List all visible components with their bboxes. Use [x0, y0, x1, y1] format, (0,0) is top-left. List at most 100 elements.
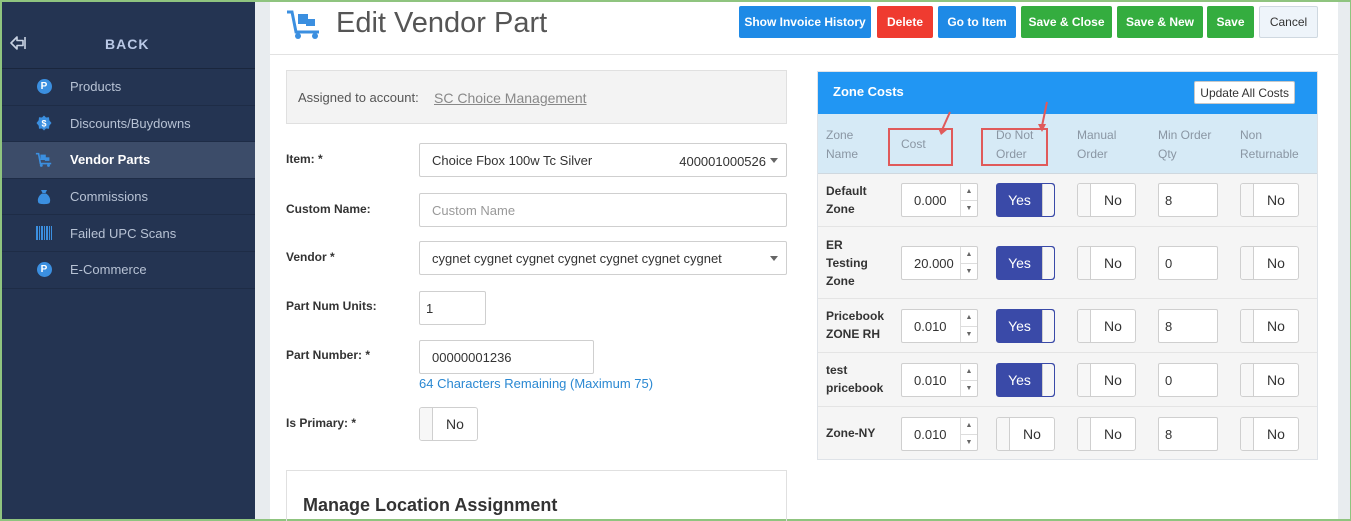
sidebar-item-commissions[interactable]: Commissions [2, 179, 255, 216]
stepper-down-icon[interactable]: ▼ [961, 433, 977, 451]
vendor-select[interactable]: cygnet cygnet cygnet cygnet cygnet cygne… [419, 241, 787, 275]
stepper-down-icon[interactable]: ▼ [961, 325, 977, 343]
money-bag-icon [35, 188, 53, 206]
manual-order-toggle[interactable]: No [1077, 246, 1136, 280]
table-row: Default Zone 0.000 ▲ ▼ Yes No 8 No [818, 174, 1317, 227]
sidebar-item-discounts[interactable]: $ Discounts/Buydowns [2, 106, 255, 143]
stepper-down-icon[interactable]: ▼ [961, 199, 977, 217]
non-returnable-toggle[interactable]: No [1240, 309, 1299, 343]
zone-costs-header: Zone Costs Update All Costs [818, 72, 1317, 114]
stepper-up-icon[interactable]: ▲ [961, 418, 977, 434]
vendor-dolly-icon [287, 10, 319, 39]
toggle-label: No [1104, 318, 1122, 334]
stepper-down-icon[interactable]: ▼ [961, 379, 977, 397]
manage-location-title: Manage Location Assignment [303, 495, 558, 515]
svg-text:$: $ [41, 119, 46, 129]
go-to-item-button[interactable]: Go to Item [938, 6, 1016, 38]
cost-stepper[interactable]: 0.000 ▲ ▼ [901, 183, 978, 217]
col-min-order-qty: Min Order Qty [1158, 128, 1212, 161]
do-not-order-toggle[interactable]: No [996, 417, 1055, 451]
stepper-up-icon[interactable]: ▲ [961, 364, 977, 380]
table-row: test pricebook 0.010 ▲ ▼ Yes No 0 No [818, 353, 1317, 407]
non-returnable-toggle[interactable]: No [1240, 363, 1299, 397]
is-primary-label: Is Primary: * [286, 416, 357, 430]
manual-order-toggle[interactable]: No [1077, 183, 1136, 217]
non-returnable-toggle[interactable]: No [1240, 417, 1299, 451]
custom-name-input[interactable]: Custom Name [419, 193, 787, 227]
save-close-button[interactable]: Save & Close [1021, 6, 1112, 38]
cancel-button[interactable]: Cancel [1259, 6, 1318, 38]
part-number-helper: 64 Characters Remaining (Maximum 75) [419, 376, 654, 391]
toggle-label: No [1104, 255, 1122, 271]
account-link[interactable]: SC Choice Management [434, 90, 587, 106]
product-p-icon: P [35, 78, 53, 96]
toggle-label: Yes [1008, 255, 1031, 271]
manage-location-section: Manage Location Assignment [286, 470, 787, 521]
item-select[interactable]: Choice Fbox 100w Tc Silver 400001000526 [419, 143, 787, 177]
cost-stepper[interactable]: 0.010 ▲ ▼ [901, 309, 978, 343]
sidebar-item-failed-upc-scans[interactable]: Failed UPC Scans [2, 215, 255, 252]
non-returnable-toggle[interactable]: No [1240, 183, 1299, 217]
page-header: Edit Vendor Part Show Invoice History De… [270, 2, 1338, 55]
sidebar: BACK P Products $ Discounts/Buydowns Ven… [2, 2, 255, 519]
table-row: Pricebook ZONE RH 0.010 ▲ ▼ Yes No 8 No [818, 299, 1317, 353]
cost-stepper[interactable]: 0.010 ▲ ▼ [901, 363, 978, 397]
zone-name: ER Testing Zone [826, 238, 868, 288]
toggle-label: No [1023, 426, 1041, 442]
toggle-knob [1241, 310, 1254, 342]
part-number-input[interactable]: 00000001236 [419, 340, 594, 374]
stepper-up-icon[interactable]: ▲ [961, 247, 977, 263]
zone-name: Zone-NY [826, 426, 876, 440]
min-order-qty-input[interactable]: 8 [1158, 183, 1218, 217]
toggle-label: No [446, 416, 464, 432]
sidebar-item-e-commerce[interactable]: P E-Commerce [2, 252, 255, 289]
do-not-order-toggle[interactable]: Yes [996, 246, 1055, 280]
min-order-qty-input[interactable]: 0 [1158, 246, 1218, 280]
part-num-units-input[interactable]: 1 [419, 291, 486, 325]
back-button[interactable]: BACK [2, 2, 255, 69]
do-not-order-toggle[interactable]: Yes [996, 363, 1055, 397]
sidebar-item-label: Commissions [70, 189, 149, 205]
cost-stepper[interactable]: 20.000 ▲ ▼ [901, 246, 978, 280]
manual-order-toggle[interactable]: No [1077, 309, 1136, 343]
do-not-order-toggle[interactable]: Yes [996, 309, 1055, 343]
toggle-knob [1078, 310, 1091, 342]
manual-order-toggle[interactable]: No [1077, 417, 1136, 451]
vendor-label: Vendor * [286, 250, 335, 264]
show-invoice-history-button[interactable]: Show Invoice History [739, 6, 871, 38]
is-primary-toggle[interactable]: No [419, 407, 478, 441]
toggle-knob [1241, 364, 1254, 396]
page-title: Edit Vendor Part [336, 7, 548, 39]
toggle-knob [1042, 247, 1054, 279]
sidebar-item-products[interactable]: P Products [2, 69, 255, 106]
min-order-qty-input[interactable]: 8 [1158, 309, 1218, 343]
zone-costs-title: Zone Costs [833, 84, 904, 99]
toggle-knob [1078, 184, 1091, 216]
toggle-label: No [1267, 372, 1285, 388]
sidebar-item-label: Discounts/Buydowns [70, 115, 191, 131]
stepper-up-icon[interactable]: ▲ [961, 310, 977, 326]
cost-stepper[interactable]: 0.010 ▲ ▼ [901, 417, 978, 451]
toggle-label: No [1104, 192, 1122, 208]
sidebar-item-vendor-parts[interactable]: Vendor Parts [2, 142, 255, 179]
delete-button[interactable]: Delete [877, 6, 933, 38]
col-zone-name: Zone Name [826, 128, 859, 161]
non-returnable-toggle[interactable]: No [1240, 246, 1299, 280]
table-row: Zone-NY 0.010 ▲ ▼ No No 8 No [818, 407, 1317, 459]
ecommerce-p-icon: P [35, 261, 53, 279]
update-all-costs-button[interactable]: Update All Costs [1194, 81, 1295, 104]
sidebar-item-label: Vendor Parts [70, 152, 151, 168]
toggle-knob [1042, 184, 1054, 216]
toggle-label: No [1104, 426, 1122, 442]
min-order-qty-input[interactable]: 8 [1158, 417, 1218, 451]
min-order-qty-input[interactable]: 0 [1158, 363, 1218, 397]
toggle-label: No [1104, 372, 1122, 388]
save-new-button[interactable]: Save & New [1117, 6, 1203, 38]
stepper-down-icon[interactable]: ▼ [961, 262, 977, 280]
stepper-up-icon[interactable]: ▲ [961, 184, 977, 200]
manual-order-toggle[interactable]: No [1077, 363, 1136, 397]
custom-name-label: Custom Name: [286, 202, 371, 216]
toggle-knob [1241, 247, 1254, 279]
save-button[interactable]: Save [1207, 6, 1254, 38]
do-not-order-toggle[interactable]: Yes [996, 183, 1055, 217]
